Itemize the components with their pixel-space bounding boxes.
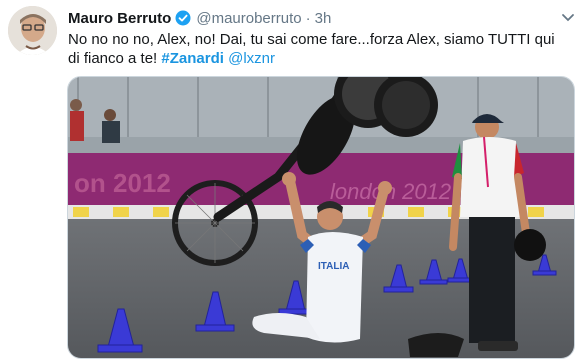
tweet-timestamp[interactable]: 3h — [315, 10, 332, 27]
banner-text-left: on 2012 — [74, 168, 171, 198]
tweet-photo[interactable]: on 2012 london 2012 ITALIA — [67, 76, 575, 359]
author-name[interactable]: Mauro Berruto — [68, 10, 171, 27]
tweet-text: No no no no, Alex, no! Dai, tu sai come … — [68, 30, 568, 68]
avatar-image — [8, 6, 57, 55]
verified-badge-icon — [175, 10, 191, 26]
tweet[interactable]: Mauro Berruto @mauroberruto · 3h No no n… — [0, 0, 582, 361]
chevron-down-icon[interactable] — [561, 10, 575, 22]
author-handle[interactable]: @mauroberruto — [196, 10, 301, 27]
avatar[interactable] — [8, 6, 57, 55]
separator-dot: · — [305, 9, 311, 27]
photo-image: on 2012 london 2012 ITALIA — [68, 77, 574, 358]
tweet-header: Mauro Berruto @mauroberruto · 3h — [68, 9, 331, 27]
mention-link[interactable]: @lxznr — [228, 50, 275, 67]
jersey-text: ITALIA — [318, 261, 349, 272]
tweet-body: No no no no, Alex, no! Dai, tu sai come … — [68, 31, 555, 67]
hashtag-link[interactable]: #Zanardi — [161, 50, 224, 67]
